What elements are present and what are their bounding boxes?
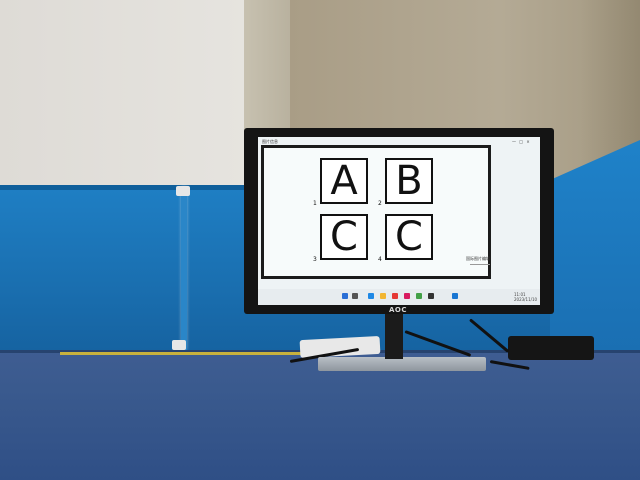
letter-card-1: A [320, 158, 368, 204]
image-frame [261, 145, 491, 279]
window-controls[interactable]: — □ × [512, 139, 531, 144]
partition-clip [176, 186, 190, 196]
power-brick [508, 336, 594, 360]
card-letter: C [330, 214, 358, 260]
letter-card-2: B [385, 158, 433, 204]
monitor-stand-base [318, 357, 486, 371]
monitor-brand-logo: AOC [389, 306, 408, 314]
partition-clip [172, 340, 186, 350]
corner-logo: 国际图片编辑 [466, 256, 490, 261]
card-number-1: 1 [313, 200, 317, 207]
taskbar [258, 289, 540, 305]
search-icon[interactable] [352, 293, 358, 299]
photo-scene: 图片信息 — □ × A B C C 1 2 3 4 国际图片编辑 11:01 … [0, 0, 640, 480]
monitor-stand-neck [385, 313, 403, 359]
settings-icon[interactable] [452, 293, 458, 299]
card-letter: A [330, 158, 358, 204]
card-letter: C [395, 214, 423, 260]
app-icon[interactable] [404, 293, 410, 299]
letter-card-4: C [385, 214, 433, 260]
store-icon[interactable] [416, 293, 422, 299]
card-number-2: 2 [378, 200, 382, 207]
floor-tape [60, 352, 310, 355]
windows-start-icon[interactable] [342, 293, 348, 299]
card-number-4: 4 [378, 256, 382, 263]
card-letter: B [395, 158, 423, 204]
explorer-icon[interactable] [380, 293, 386, 299]
partition-joint [181, 186, 187, 350]
logo-underline [470, 264, 490, 265]
app-icon[interactable] [428, 293, 434, 299]
taskbar-date: 2023/11/10 [514, 297, 538, 302]
back-wall-left [0, 0, 250, 195]
browser-icon[interactable] [368, 293, 374, 299]
card-number-3: 3 [313, 256, 317, 263]
letter-card-3: C [320, 214, 368, 260]
app-icon[interactable] [392, 293, 398, 299]
taskbar-clock: 11:01 2023/11/10 [514, 292, 537, 302]
